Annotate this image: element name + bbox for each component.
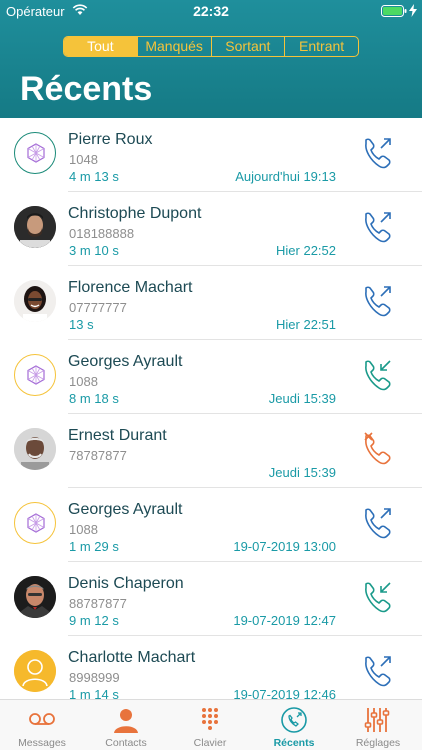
call-date: Jeudi 15:39 — [268, 391, 336, 406]
call-row[interactable]: Georges Ayrault 1088 1 m 29 s 19-07-2019… — [0, 488, 422, 562]
filter-incoming-tab[interactable]: Entrant — [284, 37, 358, 56]
call-date: Hier 22:51 — [276, 317, 336, 332]
contact-number: 88787877 — [69, 596, 127, 611]
tab-label: Clavier — [193, 737, 227, 749]
tab-label: Réglages — [355, 737, 401, 749]
call-duration: 13 s — [69, 317, 94, 332]
page-title: Récents — [20, 70, 153, 108]
contact-number: 07777777 — [69, 300, 127, 315]
contact-photo-icon — [14, 280, 56, 322]
header: Opérateur 22:32 Tout Manqués Sortant Ent… — [0, 0, 422, 118]
logo-avatar-icon — [27, 513, 45, 533]
call-date: 19-07-2019 12:47 — [233, 613, 336, 628]
recent-calls-list: Pierre Roux 1048 4 m 13 s Aujourd'hui 19… — [0, 118, 422, 699]
outgoing-call-icon[interactable] — [360, 282, 396, 320]
call-duration: 8 m 18 s — [69, 391, 119, 406]
call-row[interactable]: Pierre Roux 1048 4 m 13 s Aujourd'hui 19… — [0, 118, 422, 192]
avatar — [14, 206, 56, 248]
status-time: 22:32 — [193, 3, 229, 19]
contact-name: Georges Ayrault — [68, 501, 183, 518]
call-date: Jeudi 15:39 — [268, 465, 336, 480]
filter-all-tab[interactable]: Tout — [64, 37, 137, 56]
call-date: 19-07-2019 13:00 — [233, 539, 336, 554]
tab-settings[interactable]: Réglages — [336, 700, 420, 750]
filter-outgoing-tab[interactable]: Sortant — [210, 37, 285, 56]
battery-icon — [381, 5, 407, 17]
contact-name: Charlotte Machart — [68, 649, 196, 666]
outgoing-call-icon[interactable] — [360, 134, 396, 172]
missed-call-icon[interactable] — [360, 430, 396, 468]
call-row[interactable]: Denis Chaperon 88787877 9 m 12 s 19-07-2… — [0, 562, 422, 636]
call-date: 19-07-2019 12:46 — [233, 687, 336, 699]
contact-photo-icon — [14, 206, 56, 248]
call-duration: 9 m 12 s — [69, 613, 119, 628]
call-duration: 1 m 29 s — [69, 539, 119, 554]
avatar — [14, 650, 56, 692]
contact-number: 1088 — [69, 522, 98, 537]
incoming-call-icon[interactable] — [360, 578, 396, 616]
tab-keypad[interactable]: Clavier — [168, 700, 252, 750]
contact-number: 1088 — [69, 374, 98, 389]
call-row[interactable]: Christophe Dupont 018188888 3 m 10 s Hie… — [0, 192, 422, 266]
call-row[interactable]: Charlotte Machart 8998999 1 m 14 s 19-07… — [0, 636, 422, 699]
contacts-icon — [114, 709, 138, 733]
status-bar: Opérateur 22:32 — [0, 0, 422, 22]
avatar — [14, 576, 56, 618]
logo-avatar-icon — [27, 143, 45, 163]
avatar — [14, 502, 56, 544]
tab-recents[interactable]: Récents — [252, 700, 336, 750]
contact-number: 018188888 — [69, 226, 135, 241]
avatar — [14, 280, 56, 322]
tab-label: Contacts — [105, 737, 147, 749]
contact-name: Denis Chaperon — [68, 575, 184, 592]
contact-name: Ernest Durant — [68, 427, 167, 444]
outgoing-call-icon[interactable] — [360, 208, 396, 246]
logo-avatar-icon — [27, 365, 45, 385]
tab-messages[interactable]: Messages — [0, 700, 84, 750]
call-row[interactable]: Florence Machart 07777777 13 s Hier 22:5… — [0, 266, 422, 340]
call-duration: 3 m 10 s — [69, 243, 119, 258]
filter-missed-tab[interactable]: Manqués — [136, 37, 211, 56]
avatar — [14, 428, 56, 470]
contact-name: Pierre Roux — [68, 131, 153, 148]
avatar — [14, 132, 56, 174]
call-date: Hier 22:52 — [276, 243, 336, 258]
contact-photo-icon — [14, 428, 56, 470]
keypad-icon — [202, 708, 218, 730]
call-date: Aujourd'hui 19:13 — [235, 169, 336, 184]
outgoing-call-icon[interactable] — [360, 652, 396, 690]
contact-number: 8998999 — [69, 670, 120, 685]
settings-icon — [364, 708, 390, 732]
tab-label: Messages — [18, 737, 66, 749]
call-duration: 1 m 14 s — [69, 687, 119, 699]
call-row[interactable]: Ernest Durant 78787877 Jeudi 15:39 — [0, 414, 422, 488]
contact-name: Georges Ayrault — [68, 353, 183, 370]
contact-number: 78787877 — [69, 448, 127, 463]
tab-contacts[interactable]: Contacts — [84, 700, 168, 750]
charging-icon — [409, 4, 417, 17]
contact-number: 1048 — [69, 152, 98, 167]
voicemail-icon — [29, 713, 55, 725]
outgoing-call-icon[interactable] — [360, 504, 396, 542]
contact-photo-icon — [14, 576, 56, 618]
contact-name: Florence Machart — [68, 279, 193, 296]
call-filter-segmented-control: Tout Manqués Sortant Entrant — [63, 36, 359, 57]
tab-bar: Messages Contacts Clavier Récents Réglag… — [0, 699, 422, 750]
recents-icon — [281, 707, 307, 733]
avatar — [14, 354, 56, 396]
tab-label: Récents — [273, 737, 315, 749]
incoming-call-icon[interactable] — [360, 356, 396, 394]
call-row[interactable]: Georges Ayrault 1088 8 m 18 s Jeudi 15:3… — [0, 340, 422, 414]
contact-name: Christophe Dupont — [68, 205, 202, 222]
person-placeholder-icon — [14, 650, 56, 692]
call-duration: 4 m 13 s — [69, 169, 119, 184]
